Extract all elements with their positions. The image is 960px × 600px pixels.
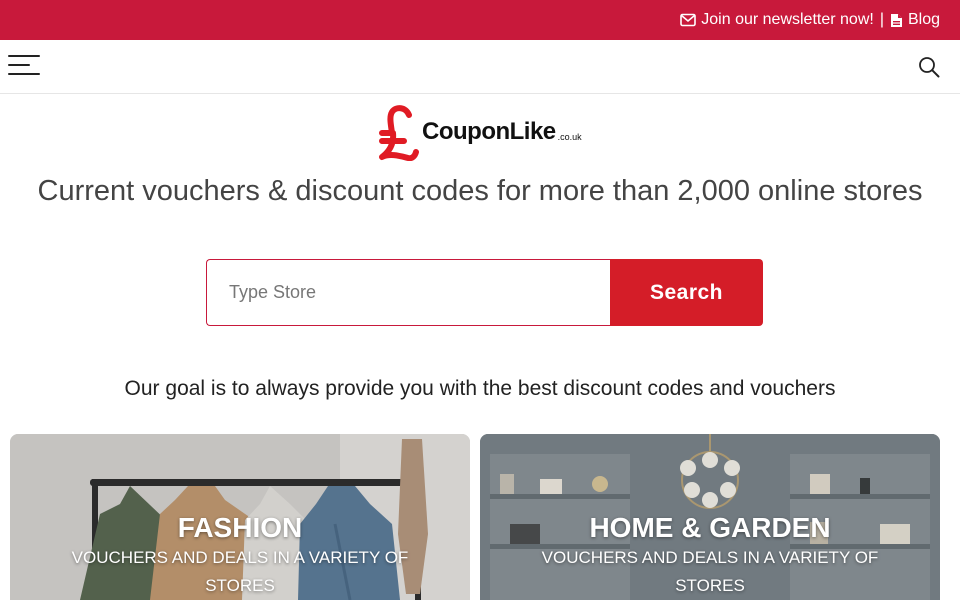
blog-label: Blog bbox=[907, 11, 940, 28]
category-subtitle: VOUCHERS AND DEALS IN A VARIETY OF STORE… bbox=[541, 548, 879, 595]
pound-sign-icon bbox=[379, 105, 419, 161]
store-search-input[interactable] bbox=[206, 259, 610, 326]
blog-link[interactable]: Blog bbox=[890, 11, 940, 29]
file-icon bbox=[890, 13, 903, 28]
category-card-home-garden[interactable]: HOME & GARDEN VOUCHERS AND DEALS IN A VA… bbox=[480, 434, 940, 600]
store-search-form: Search bbox=[206, 259, 763, 326]
site-logo[interactable]: CouponLike .co.uk bbox=[376, 103, 586, 161]
navigation-bar bbox=[0, 40, 960, 94]
top-bar: Join our newsletter now! | Blog bbox=[0, 0, 960, 40]
newsletter-label: Join our newsletter now! bbox=[701, 11, 874, 28]
page-headline: Current vouchers & discount codes for mo… bbox=[37, 175, 923, 207]
hamburger-menu-icon[interactable] bbox=[8, 53, 40, 79]
goal-statement: Our goal is to always provide you with t… bbox=[124, 377, 836, 400]
category-title: FASHION bbox=[177, 512, 303, 543]
envelope-icon bbox=[680, 13, 697, 27]
category-subtitle: VOUCHERS AND DEALS IN A VARIETY OF STORE… bbox=[71, 548, 409, 595]
logo-brand-text: CouponLike bbox=[422, 118, 556, 145]
category-card-fashion[interactable]: FASHION VOUCHERS AND DEALS IN A VARIETY … bbox=[10, 434, 470, 600]
logo-tld-text: .co.uk bbox=[557, 132, 582, 142]
search-button[interactable]: Search bbox=[610, 259, 763, 326]
topbar-separator: | bbox=[879, 11, 884, 28]
search-icon[interactable] bbox=[918, 56, 940, 78]
newsletter-link[interactable]: Join our newsletter now! bbox=[680, 11, 874, 29]
category-title: HOME & GARDEN bbox=[589, 512, 831, 543]
